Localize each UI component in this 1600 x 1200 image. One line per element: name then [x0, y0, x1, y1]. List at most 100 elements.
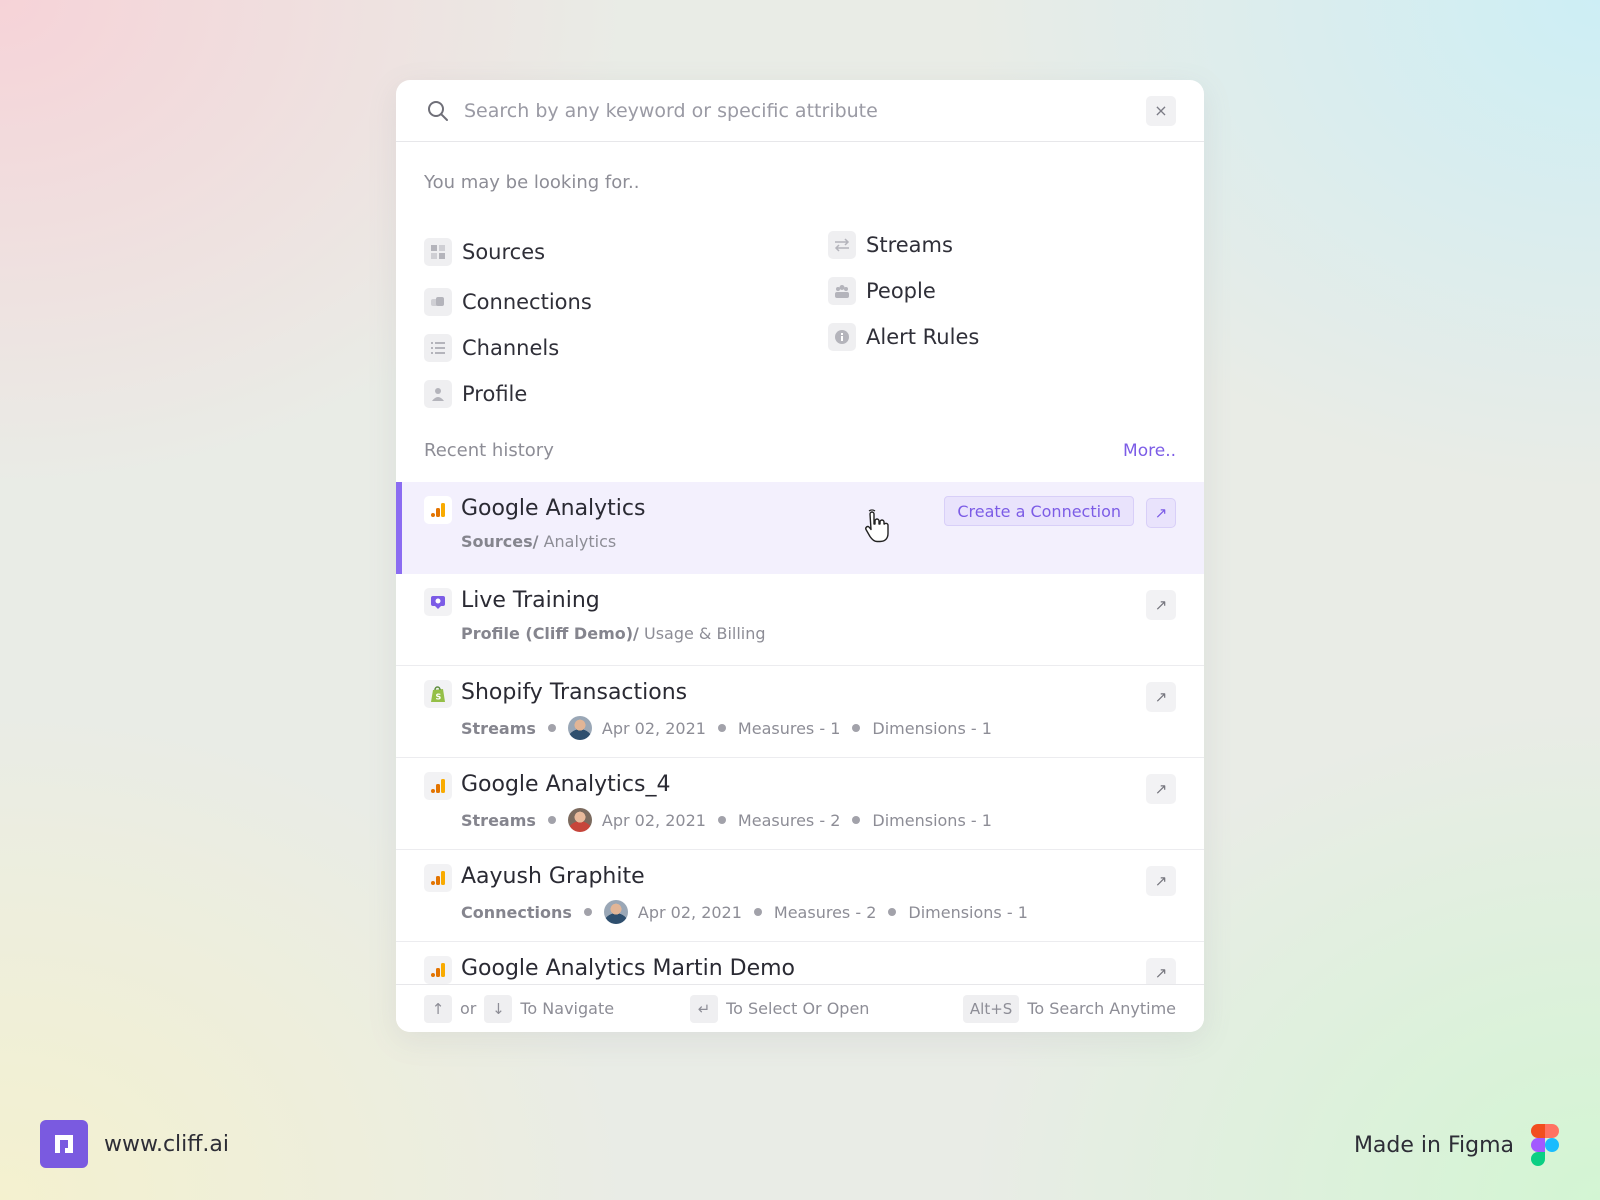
avatar — [567, 808, 592, 832]
google-analytics-icon — [424, 956, 452, 984]
swap-arrows-icon — [828, 231, 856, 259]
info-icon — [828, 323, 856, 351]
separator-dot — [717, 816, 726, 824]
google-analytics-icon — [424, 496, 452, 524]
history-title: Google Analytics_4 — [461, 772, 671, 797]
history-measures: Measures - 2 — [737, 810, 841, 830]
suggestion-label: Profile — [462, 382, 528, 406]
history-path: Profile (Cliff Demo)/ Usage & Billing — [461, 624, 1176, 643]
recent-history-header: Recent history More.. — [424, 440, 1176, 461]
suggestion-label: Sources — [462, 240, 546, 264]
brand: www.cliff.ai — [40, 1120, 229, 1168]
open-button[interactable]: ↗ — [1146, 590, 1176, 620]
path-child: Usage & Billing — [638, 624, 766, 643]
history-measures: Measures - 2 — [773, 902, 877, 922]
history-dimensions: Dimensions - 1 — [872, 718, 992, 738]
suggestion-connections[interactable]: Connections — [424, 288, 592, 316]
history-dimensions: Dimensions - 1 — [908, 902, 1028, 922]
select-hint: ↵ To Select Or Open — [690, 994, 877, 1023]
history-row-live-training[interactable]: Live Training Profile (Cliff Demo)/ Usag… — [396, 574, 1204, 666]
suggestion-label: Channels — [462, 336, 560, 360]
open-button[interactable]: ↗ — [1146, 866, 1176, 896]
path-child: Analytics — [538, 532, 617, 551]
clear-search-button[interactable]: × — [1146, 95, 1176, 126]
suggestion-profile[interactable]: Profile — [424, 380, 527, 408]
connection-icon — [424, 288, 452, 316]
svg-text:S: S — [436, 693, 442, 702]
open-button[interactable]: ↗ — [1146, 682, 1176, 712]
history-date: Apr 02, 2021 — [637, 902, 742, 922]
made-in-text: Made in Figma — [1353, 1132, 1514, 1158]
history-row-google-analytics[interactable]: Google Analytics Sources/ Analytics Crea… — [396, 482, 1204, 574]
history-path: Sources/ Analytics — [461, 532, 1176, 551]
keyboard-hints-footer: ↑ or ↓ To Navigate ↵ To Select Or Open A… — [396, 984, 1204, 1032]
separator-dot — [717, 724, 726, 732]
arrow-up-right-icon: ↗ — [1154, 964, 1168, 982]
history-meta: Streams Apr 02, 2021 Measures - 1 Dimens… — [461, 716, 1176, 740]
suggestion-label: Connections — [462, 290, 592, 314]
history-dimensions: Dimensions - 1 — [872, 810, 992, 830]
live-training-icon — [424, 588, 452, 616]
open-button[interactable]: ↗ — [1146, 774, 1176, 804]
separator-dot — [547, 816, 556, 824]
arrow-up-right-icon: ↗ — [1154, 596, 1168, 614]
suggestion-people[interactable]: People — [828, 277, 936, 305]
open-button[interactable]: ↗ — [1146, 498, 1176, 528]
enter-key: ↵ — [690, 994, 719, 1023]
brand-url[interactable]: www.cliff.ai — [104, 1132, 229, 1157]
arrow-up-right-icon: ↗ — [1154, 688, 1168, 706]
history-row-aayush-graphite[interactable]: Aayush Graphite Connections Apr 02, 2021… — [396, 850, 1204, 942]
google-analytics-icon — [424, 772, 452, 800]
arrow-down-key: ↓ — [484, 994, 513, 1023]
separator-dot — [888, 908, 897, 916]
figma-logo-icon — [1531, 1124, 1559, 1166]
navigate-text: To Navigate — [520, 999, 615, 1018]
history-title: Google Analytics Martin Demo — [461, 956, 796, 981]
history-row-google-analytics-4[interactable]: Google Analytics_4 Streams Apr 02, 2021 … — [396, 758, 1204, 850]
suggestions-heading: You may be looking for.. — [424, 172, 640, 193]
history-type: Streams — [461, 810, 536, 830]
search-input[interactable] — [464, 99, 1146, 122]
separator-dot — [583, 908, 592, 916]
list-icon — [424, 334, 452, 362]
history-meta: Streams Apr 02, 2021 Measures - 2 Dimens… — [461, 808, 1176, 832]
search-icon — [428, 100, 448, 121]
pointer-hand-icon — [865, 509, 889, 543]
arrow-up-right-icon: ↗ — [1154, 780, 1168, 798]
path-parent: Profile (Cliff Demo)/ — [461, 624, 639, 643]
navigate-hint: ↑ or ↓ To Navigate — [424, 994, 622, 1023]
select-text: To Select Or Open — [726, 999, 870, 1018]
history-title: Live Training — [461, 588, 600, 613]
search-palette: × You may be looking for.. Sources Conne… — [396, 80, 1204, 1032]
history-measures: Measures - 1 — [737, 718, 841, 738]
history-date: Apr 02, 2021 — [601, 810, 706, 830]
recent-history-heading: Recent history — [424, 440, 554, 461]
avatar — [567, 716, 592, 740]
avatar — [603, 900, 628, 924]
path-parent: Sources/ — [461, 532, 539, 551]
alt-s-key: Alt+S — [962, 994, 1020, 1023]
history-title: Aayush Graphite — [461, 864, 645, 889]
separator-dot — [852, 816, 861, 824]
suggestion-label: Alert Rules — [866, 325, 980, 349]
arrow-up-right-icon: ↗ — [1154, 504, 1168, 522]
create-connection-button[interactable]: Create a Connection — [944, 496, 1134, 526]
grid-icon — [424, 238, 452, 266]
close-icon: × — [1154, 101, 1168, 120]
suggestion-channels[interactable]: Channels — [424, 334, 559, 362]
cliff-logo-icon — [40, 1120, 88, 1168]
suggestion-streams[interactable]: Streams — [828, 231, 953, 259]
suggestion-label: Streams — [866, 233, 953, 257]
suggestion-sources[interactable]: Sources — [424, 238, 545, 266]
history-row-shopify-transactions[interactable]: S Shopify Transactions Streams Apr 02, 2… — [396, 666, 1204, 758]
more-link[interactable]: More.. — [1123, 441, 1176, 461]
search-anytime-text: To Search Anytime — [1027, 999, 1176, 1018]
arrow-up-key: ↑ — [424, 994, 452, 1023]
search-bar: × — [396, 80, 1204, 142]
person-icon — [424, 380, 452, 408]
separator-dot — [852, 724, 861, 732]
recent-history-list: Google Analytics Sources/ Analytics Crea… — [396, 482, 1204, 1032]
arrow-up-right-icon: ↗ — [1154, 872, 1168, 890]
suggestion-alert-rules[interactable]: Alert Rules — [828, 323, 979, 351]
history-title: Shopify Transactions — [461, 680, 688, 705]
